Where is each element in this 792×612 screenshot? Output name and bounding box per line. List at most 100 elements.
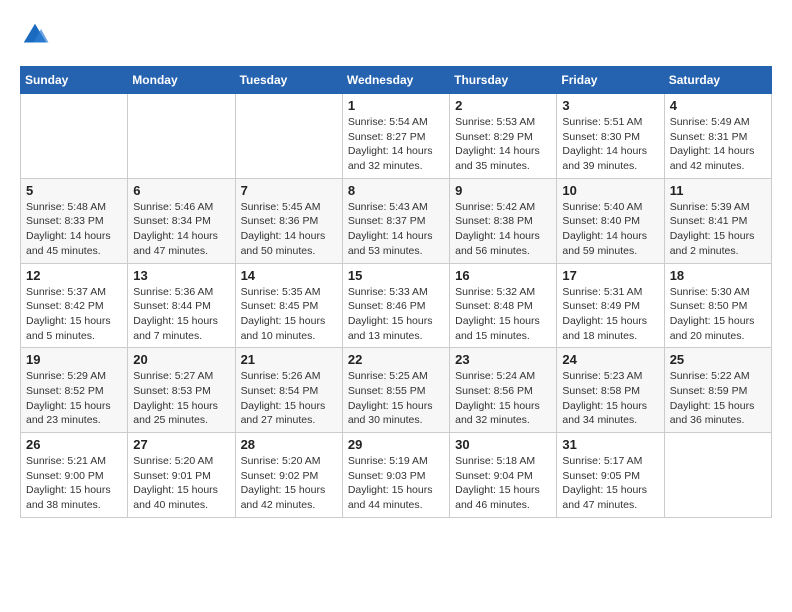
calendar-cell: 7Sunrise: 5:45 AM Sunset: 8:36 PM Daylig… — [235, 178, 342, 263]
day-number: 26 — [26, 437, 122, 452]
day-info: Sunrise: 5:17 AM Sunset: 9:05 PM Dayligh… — [562, 454, 658, 513]
day-info: Sunrise: 5:27 AM Sunset: 8:53 PM Dayligh… — [133, 369, 229, 428]
day-info: Sunrise: 5:20 AM Sunset: 9:01 PM Dayligh… — [133, 454, 229, 513]
week-row-3: 12 Sunrise: 5:37 AM Sunset: 8:42 PM Dayli… — [21, 263, 772, 348]
day-info: Sunrise: 5:37 AM Sunset: 8:42 PM Dayligh… — [26, 285, 122, 344]
day-number: 12 — [26, 268, 122, 283]
calendar-cell: 15 Sunrise: 5:33 AM Sunset: 8:46 PM Dayli… — [342, 263, 449, 348]
header-day-friday: Friday — [557, 67, 664, 94]
header-row: SundayMondayTuesdayWednesdayThursdayFrid… — [21, 67, 772, 94]
calendar-cell: 6Sunrise: 5:46 AM Sunset: 8:34 PM Daylig… — [128, 178, 235, 263]
calendar-body: 1Sunrise: 5:54 AM Sunset: 8:27 PM Daylig… — [21, 94, 772, 518]
header-day-sunday: Sunday — [21, 67, 128, 94]
day-number: 24 — [562, 352, 658, 367]
week-row-1: 1Sunrise: 5:54 AM Sunset: 8:27 PM Daylig… — [21, 94, 772, 179]
day-info: Sunrise: 5:33 AM Sunset: 8:46 PM Dayligh… — [348, 285, 444, 344]
calendar-cell: 23 Sunrise: 5:24 AM Sunset: 8:56 PM Dayli… — [450, 348, 557, 433]
calendar-cell: 24Sunrise: 5:23 AM Sunset: 8:58 PM Dayli… — [557, 348, 664, 433]
calendar-cell: 8Sunrise: 5:43 AM Sunset: 8:37 PM Daylig… — [342, 178, 449, 263]
calendar-cell: 11 Sunrise: 5:39 AM Sunset: 8:41 PM Dayli… — [664, 178, 771, 263]
page-header — [20, 20, 772, 50]
week-row-2: 5Sunrise: 5:48 AM Sunset: 8:33 PM Daylig… — [21, 178, 772, 263]
calendar-cell: 17 Sunrise: 5:31 AM Sunset: 8:49 PM Dayli… — [557, 263, 664, 348]
calendar-cell: 4 Sunrise: 5:49 AM Sunset: 8:31 PM Daylig… — [664, 94, 771, 179]
day-info: Sunrise: 5:24 AM Sunset: 8:56 PM Dayligh… — [455, 369, 551, 428]
day-number: 19 — [26, 352, 122, 367]
calendar-cell — [664, 433, 771, 518]
day-number: 23 — [455, 352, 551, 367]
day-info: Sunrise: 5:26 AM Sunset: 8:54 PM Dayligh… — [241, 369, 337, 428]
logo — [20, 20, 54, 50]
calendar-cell: 29 Sunrise: 5:19 AM Sunset: 9:03 PM Dayli… — [342, 433, 449, 518]
day-number: 6 — [133, 183, 229, 198]
calendar-cell: 13 Sunrise: 5:36 AM Sunset: 8:44 PM Dayli… — [128, 263, 235, 348]
day-number: 14 — [241, 268, 337, 283]
calendar-header: SundayMondayTuesdayWednesdayThursdayFrid… — [21, 67, 772, 94]
day-number: 11 — [670, 183, 766, 198]
day-number: 18 — [670, 268, 766, 283]
calendar-cell: 20 Sunrise: 5:27 AM Sunset: 8:53 PM Dayli… — [128, 348, 235, 433]
day-number: 10 — [562, 183, 658, 198]
day-info: Sunrise: 5:36 AM Sunset: 8:44 PM Dayligh… — [133, 285, 229, 344]
day-number: 9 — [455, 183, 551, 198]
day-number: 27 — [133, 437, 229, 452]
day-info: Sunrise: 5:49 AM Sunset: 8:31 PM Dayligh… — [670, 115, 766, 174]
week-row-4: 19 Sunrise: 5:29 AM Sunset: 8:52 PM Dayli… — [21, 348, 772, 433]
day-number: 22 — [348, 352, 444, 367]
day-number: 7 — [241, 183, 337, 198]
calendar-cell: 1Sunrise: 5:54 AM Sunset: 8:27 PM Daylig… — [342, 94, 449, 179]
day-info: Sunrise: 5:29 AM Sunset: 8:52 PM Dayligh… — [26, 369, 122, 428]
day-info: Sunrise: 5:18 AM Sunset: 9:04 PM Dayligh… — [455, 454, 551, 513]
day-info: Sunrise: 5:32 AM Sunset: 8:48 PM Dayligh… — [455, 285, 551, 344]
day-number: 13 — [133, 268, 229, 283]
calendar-cell: 27 Sunrise: 5:20 AM Sunset: 9:01 PM Dayli… — [128, 433, 235, 518]
day-info: Sunrise: 5:21 AM Sunset: 9:00 PM Dayligh… — [26, 454, 122, 513]
calendar-cell — [235, 94, 342, 179]
day-number: 3 — [562, 98, 658, 113]
day-number: 16 — [455, 268, 551, 283]
calendar-cell: 28Sunrise: 5:20 AM Sunset: 9:02 PM Dayli… — [235, 433, 342, 518]
day-number: 20 — [133, 352, 229, 367]
day-info: Sunrise: 5:51 AM Sunset: 8:30 PM Dayligh… — [562, 115, 658, 174]
calendar-cell: 26 Sunrise: 5:21 AM Sunset: 9:00 PM Dayli… — [21, 433, 128, 518]
day-number: 8 — [348, 183, 444, 198]
day-number: 25 — [670, 352, 766, 367]
day-number: 21 — [241, 352, 337, 367]
day-info: Sunrise: 5:22 AM Sunset: 8:59 PM Dayligh… — [670, 369, 766, 428]
day-number: 5 — [26, 183, 122, 198]
calendar-cell: 19 Sunrise: 5:29 AM Sunset: 8:52 PM Dayli… — [21, 348, 128, 433]
calendar-cell: 2Sunrise: 5:53 AM Sunset: 8:29 PM Daylig… — [450, 94, 557, 179]
header-day-monday: Monday — [128, 67, 235, 94]
day-info: Sunrise: 5:39 AM Sunset: 8:41 PM Dayligh… — [670, 200, 766, 259]
day-number: 29 — [348, 437, 444, 452]
calendar-cell: 16 Sunrise: 5:32 AM Sunset: 8:48 PM Dayli… — [450, 263, 557, 348]
week-row-5: 26 Sunrise: 5:21 AM Sunset: 9:00 PM Dayli… — [21, 433, 772, 518]
calendar-cell: 30 Sunrise: 5:18 AM Sunset: 9:04 PM Dayli… — [450, 433, 557, 518]
day-number: 30 — [455, 437, 551, 452]
day-info: Sunrise: 5:40 AM Sunset: 8:40 PM Dayligh… — [562, 200, 658, 259]
calendar-cell — [128, 94, 235, 179]
day-info: Sunrise: 5:19 AM Sunset: 9:03 PM Dayligh… — [348, 454, 444, 513]
calendar-cell: 25 Sunrise: 5:22 AM Sunset: 8:59 PM Dayli… — [664, 348, 771, 433]
calendar-cell: 9 Sunrise: 5:42 AM Sunset: 8:38 PM Daylig… — [450, 178, 557, 263]
day-info: Sunrise: 5:20 AM Sunset: 9:02 PM Dayligh… — [241, 454, 337, 513]
day-number: 31 — [562, 437, 658, 452]
day-number: 17 — [562, 268, 658, 283]
logo-icon — [20, 20, 50, 50]
calendar-cell: 18Sunrise: 5:30 AM Sunset: 8:50 PM Dayli… — [664, 263, 771, 348]
calendar-table: SundayMondayTuesdayWednesdayThursdayFrid… — [20, 66, 772, 518]
calendar-cell: 5Sunrise: 5:48 AM Sunset: 8:33 PM Daylig… — [21, 178, 128, 263]
calendar-cell: 21 Sunrise: 5:26 AM Sunset: 8:54 PM Dayli… — [235, 348, 342, 433]
day-info: Sunrise: 5:42 AM Sunset: 8:38 PM Dayligh… — [455, 200, 551, 259]
header-day-saturday: Saturday — [664, 67, 771, 94]
day-info: Sunrise: 5:25 AM Sunset: 8:55 PM Dayligh… — [348, 369, 444, 428]
day-number: 4 — [670, 98, 766, 113]
day-info: Sunrise: 5:35 AM Sunset: 8:45 PM Dayligh… — [241, 285, 337, 344]
day-info: Sunrise: 5:54 AM Sunset: 8:27 PM Dayligh… — [348, 115, 444, 174]
day-info: Sunrise: 5:31 AM Sunset: 8:49 PM Dayligh… — [562, 285, 658, 344]
calendar-cell: 10 Sunrise: 5:40 AM Sunset: 8:40 PM Dayli… — [557, 178, 664, 263]
calendar-cell: 12 Sunrise: 5:37 AM Sunset: 8:42 PM Dayli… — [21, 263, 128, 348]
calendar-cell: 31 Sunrise: 5:17 AM Sunset: 9:05 PM Dayli… — [557, 433, 664, 518]
day-number: 2 — [455, 98, 551, 113]
day-number: 15 — [348, 268, 444, 283]
